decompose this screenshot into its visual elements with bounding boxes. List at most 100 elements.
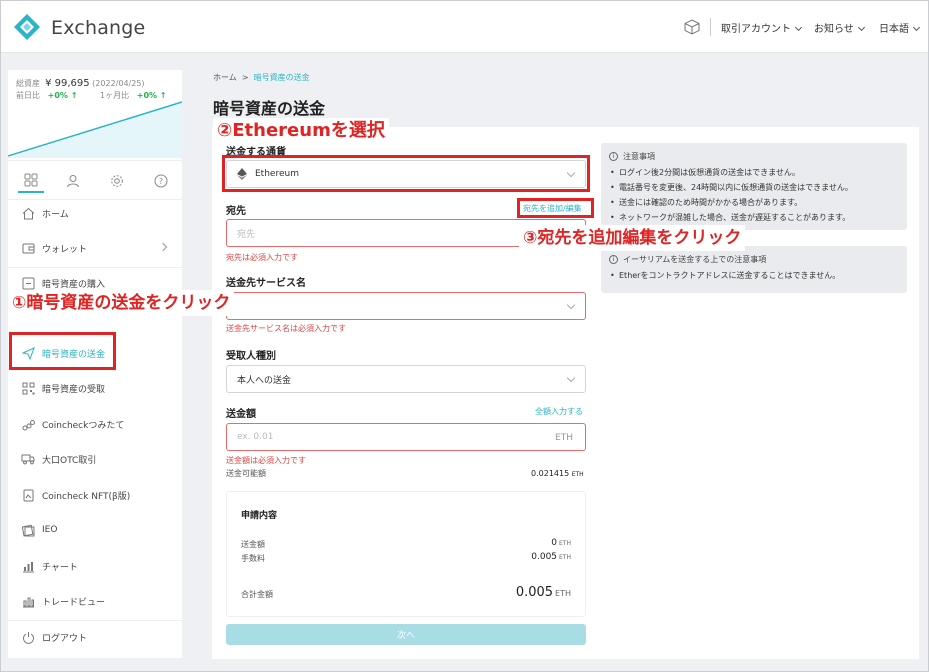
svg-text:?: ? bbox=[159, 177, 163, 186]
summary-box: 申請内容 送金額 0 ETH 手数料 0.005 ETH 合計金額 0.005 ETH bbox=[226, 491, 586, 617]
sidebar-item-receive[interactable]: 暗号資産の受取 bbox=[8, 373, 182, 403]
notice-item: ログイン後2分間は仮想通貨の送金はできません。 bbox=[609, 168, 899, 178]
breadcrumb-separator: > bbox=[241, 73, 249, 82]
notice-item: ネットワークが混雑した場合、送金が遅延することがあります。 bbox=[609, 213, 899, 223]
available-amount: 0.021415 ETH bbox=[531, 469, 584, 478]
qr-code-icon bbox=[20, 380, 36, 396]
sidebar-item-label: Coincheckつみたて bbox=[42, 420, 125, 431]
breadcrumb-home[interactable]: ホーム bbox=[213, 73, 237, 82]
menu-language[interactable]: 日本語 bbox=[879, 20, 921, 35]
brand-name: Exchange bbox=[51, 17, 146, 39]
info-icon: i bbox=[609, 255, 618, 264]
sidebar-item-tsumitate[interactable]: Coincheckつみたて bbox=[8, 409, 182, 439]
summary-send-unit: ETH bbox=[559, 540, 571, 547]
summary-send-amount: 0 ETH bbox=[551, 538, 571, 548]
summary-fee-value: 0.005 bbox=[531, 552, 558, 562]
nft-icon bbox=[20, 487, 36, 503]
annotation-box-currency bbox=[222, 155, 590, 192]
annotation-step2: ②Ethereumを選択 bbox=[213, 118, 389, 144]
help-icon: ? bbox=[154, 174, 168, 188]
candlestick-icon bbox=[20, 593, 36, 609]
chart-bars-icon bbox=[20, 558, 36, 574]
menu-notifications[interactable]: お知らせ bbox=[814, 20, 865, 35]
tab-account[interactable] bbox=[60, 169, 86, 193]
recipient-type-value: 本人への送金 bbox=[237, 375, 292, 386]
sidebar-item-label: トレードビュー bbox=[42, 597, 106, 608]
sidebar-item-home[interactable]: ホーム bbox=[8, 198, 182, 228]
asset-summary: 総資産 ¥ 99,695 (2022/04/25) 前日比 +0% ↑ 1ヶ月比… bbox=[8, 70, 182, 158]
chevron-down-icon bbox=[912, 23, 921, 32]
chevron-down-icon bbox=[794, 23, 803, 32]
destination-placeholder: 宛先 bbox=[237, 229, 256, 240]
sidebar-item-label: チャート bbox=[42, 562, 78, 573]
exchange-logo-icon[interactable] bbox=[13, 13, 41, 41]
power-icon bbox=[20, 629, 36, 645]
sidebar-item-label: Coincheck NFT(β版) bbox=[42, 491, 131, 502]
annotation-step3: ③宛先を追加編集をクリック bbox=[519, 225, 746, 251]
sidebar-item-label: IEO bbox=[42, 525, 58, 535]
summary-fee-label: 手数料 bbox=[241, 554, 265, 563]
total-asset-value: ¥ 99,695 bbox=[45, 78, 90, 89]
sidebar-item-label: ウォレット bbox=[42, 244, 88, 255]
breadcrumb-current: 暗号資産の送金 bbox=[253, 73, 310, 82]
summary-send-label: 送金額 bbox=[241, 540, 265, 549]
ieo-icon bbox=[20, 522, 36, 538]
cube-icon[interactable] bbox=[684, 19, 700, 35]
amount-placeholder: ex. 0.01 bbox=[237, 432, 274, 442]
annotation-box-destination-link bbox=[517, 198, 594, 218]
summary-total-unit: ETH bbox=[555, 589, 571, 598]
recipient-type-label: 受取人種別 bbox=[226, 351, 276, 362]
sidebar-item-tradeview[interactable]: トレードビュー bbox=[8, 586, 182, 616]
sidebar-item-nft[interactable]: Coincheck NFT(β版) bbox=[8, 480, 182, 510]
sidebar-item-label: 大口OTC取引 bbox=[42, 455, 97, 466]
breadcrumb: ホーム > 暗号資産の送金 bbox=[213, 72, 310, 83]
recipient-type-select[interactable]: 本人への送金 bbox=[226, 365, 586, 393]
sidebar-item-label: 暗号資産の受取 bbox=[42, 384, 106, 395]
asset-date: (2022/04/25) bbox=[92, 79, 145, 88]
gear-icon bbox=[111, 175, 123, 187]
amount-unit: ETH bbox=[555, 433, 573, 443]
ethereum-notice-box: i イーサリアムを送金する上での注意事項 Etherをコントラクトアドレスに送金す… bbox=[601, 246, 907, 293]
header-divider bbox=[710, 18, 711, 36]
chevron-right-icon bbox=[158, 242, 168, 252]
sidebar-item-ieo[interactable]: IEO bbox=[8, 515, 182, 545]
summary-fee-amount: 0.005 ETH bbox=[531, 552, 571, 562]
ethereum-notice-title: イーサリアムを送金する上での注意事項 bbox=[623, 255, 767, 264]
chevron-down-icon bbox=[857, 23, 865, 32]
sidebar-item-wallet[interactable]: ウォレット bbox=[8, 233, 182, 263]
service-label: 送金先サービス名 bbox=[226, 278, 306, 289]
notice-item: Etherをコントラクトアドレスに送金することはできません。 bbox=[609, 271, 899, 281]
available-unit: ETH bbox=[571, 471, 584, 478]
tab-grid[interactable] bbox=[18, 169, 44, 193]
destination-label: 宛先 bbox=[226, 206, 246, 217]
fill-all-link[interactable]: 全額入力する bbox=[535, 406, 583, 417]
chevron-down-icon bbox=[566, 373, 576, 383]
grid-icon bbox=[24, 173, 38, 187]
sidebar-item-chart[interactable]: チャート bbox=[8, 551, 182, 581]
summary-total-value: 0.005 bbox=[515, 585, 554, 600]
tab-help[interactable]: ? bbox=[148, 169, 174, 193]
asset-sparkline bbox=[8, 101, 182, 158]
summary-total-amount: 0.005 ETH bbox=[516, 585, 571, 600]
menu-trade-account[interactable]: 取引アカウント bbox=[721, 20, 803, 35]
next-button[interactable]: 次へ bbox=[226, 624, 586, 645]
notice-box: i 注意事項 ログイン後2分間は仮想通貨の送金はできません。 電話番号を変更後、2… bbox=[601, 143, 907, 230]
service-error: 送金先サービス名は必須入力です bbox=[226, 324, 346, 333]
sidebar-item-logout[interactable]: ログアウト bbox=[8, 622, 182, 652]
summary-send-value: 0 bbox=[551, 538, 558, 548]
amount-error: 送金額は必須入力です bbox=[226, 456, 306, 465]
annotation-step1: ①暗号資産の送金をクリック bbox=[8, 290, 235, 316]
service-select[interactable] bbox=[226, 292, 586, 320]
amount-input[interactable]: ex. 0.01 ETH bbox=[226, 423, 586, 451]
summary-fee-unit: ETH bbox=[559, 554, 571, 561]
tab-settings[interactable] bbox=[104, 169, 130, 193]
sidebar-item-otc[interactable]: 大口OTC取引 bbox=[8, 444, 182, 474]
destination-error: 宛先は必須入力です bbox=[226, 253, 298, 262]
total-asset-label: 総資産 bbox=[16, 79, 40, 88]
chevron-down-icon bbox=[566, 300, 576, 310]
nav-divider bbox=[8, 620, 182, 621]
annotation-box-send bbox=[9, 332, 116, 370]
coins-icon bbox=[20, 416, 36, 432]
available-value: 0.021415 bbox=[531, 469, 570, 478]
sidebar-tabs: ? bbox=[8, 160, 182, 200]
